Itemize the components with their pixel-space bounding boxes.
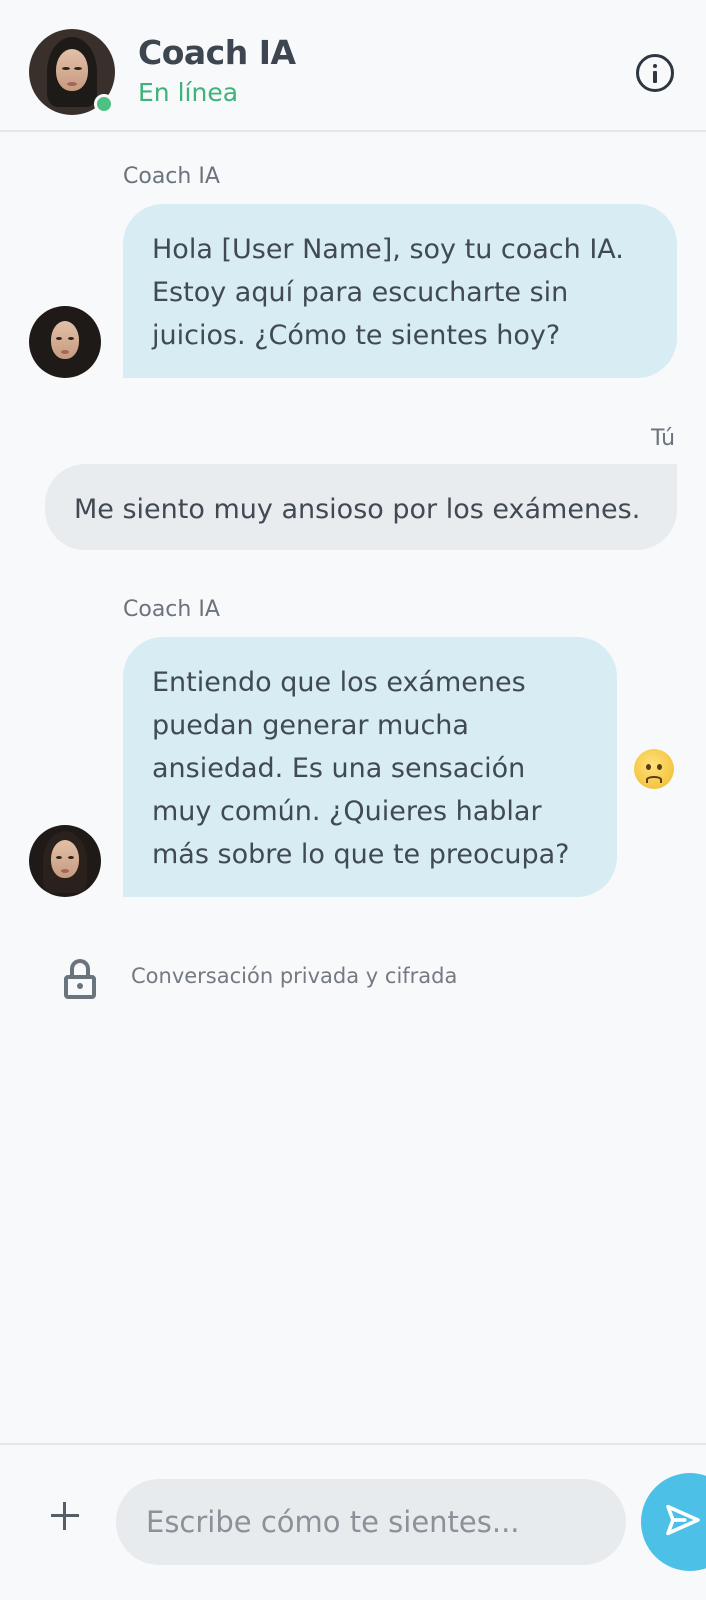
- message-input[interactable]: [116, 1479, 626, 1565]
- worried-face-icon[interactable]: [634, 749, 674, 789]
- coach-avatar-small: [29, 306, 101, 378]
- online-status: En línea: [138, 78, 239, 107]
- plus-icon[interactable]: [50, 1501, 80, 1531]
- coach-avatar-small: [29, 825, 101, 897]
- chat-header: Coach IA En línea: [0, 0, 706, 132]
- user-message-bubble: Me siento muy ansioso por los exámenes.: [45, 464, 677, 550]
- message-sender: Coach IA: [123, 597, 220, 622]
- online-indicator: [94, 94, 114, 114]
- info-icon[interactable]: [636, 54, 674, 92]
- lock-icon: [64, 959, 96, 999]
- coach-message-bubble: Entiendo que los exámenes puedan generar…: [123, 637, 617, 897]
- message-sender: Tú: [651, 426, 676, 451]
- message-sender: Coach IA: [123, 164, 220, 189]
- chat-title: Coach IA: [138, 33, 296, 72]
- send-icon: [666, 1504, 700, 1536]
- coach-message-bubble: Hola [User Name], soy tu coach IA. Estoy…: [123, 204, 677, 378]
- privacy-note: Conversación privada y cifrada: [131, 964, 458, 988]
